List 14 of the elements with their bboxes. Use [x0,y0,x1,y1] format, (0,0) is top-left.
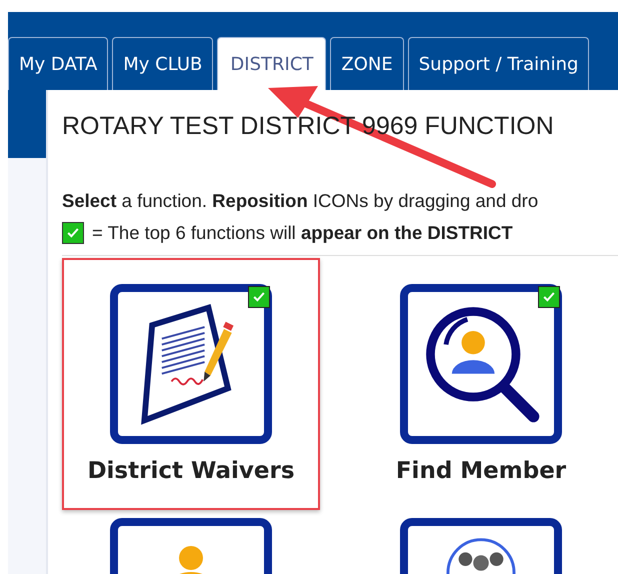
tab[interactable]: Support / Training [408,37,590,90]
function-label: District Waivers [87,458,295,484]
function-icon[interactable] [110,284,272,444]
tab[interactable]: DISTRICT [217,37,326,90]
function-label: Find Member [396,458,566,484]
function-tile[interactable]: District Waivers [62,258,320,510]
function-icon[interactable] [400,284,562,444]
tab[interactable]: ZONE [330,37,404,90]
instruction-text: Select a function. Reposition ICONs by dragging and dro [62,190,538,212]
page-title: ROTARY TEST DISTRICT 9969 FUNCTION [62,112,555,141]
tab[interactable]: My DATA [8,37,108,90]
sidebar-block [8,90,46,158]
instruction-text: = The top 6 functions will appear on the DISTRICT [92,222,513,244]
tab[interactable]: My CLUB [112,37,214,90]
